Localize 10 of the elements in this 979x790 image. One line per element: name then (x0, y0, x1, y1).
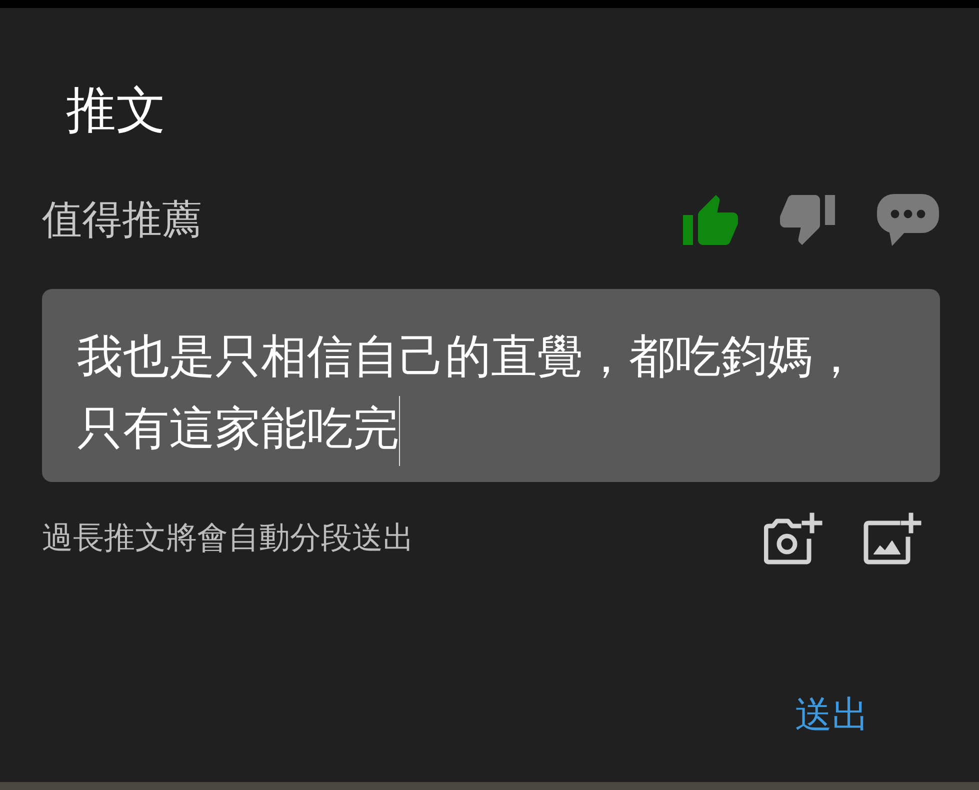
hint-text: 過長推文將會自動分段送出 (42, 519, 414, 558)
comment-input-field[interactable]: 我也是只相信自己的直覺，都吃鈞媽，只有這家能吃完 (42, 289, 940, 482)
thumbs-down-icon[interactable] (780, 195, 835, 245)
thumbs-up-icon[interactable] (683, 195, 738, 245)
add-image-icon[interactable] (863, 512, 922, 564)
chat-bubble-icon[interactable] (877, 194, 939, 246)
send-button[interactable]: 送出 (793, 691, 871, 739)
dialog-title: 推文 (66, 80, 166, 141)
add-photo-camera-icon[interactable] (764, 512, 823, 564)
rating-label: 值得推薦 (42, 196, 202, 245)
